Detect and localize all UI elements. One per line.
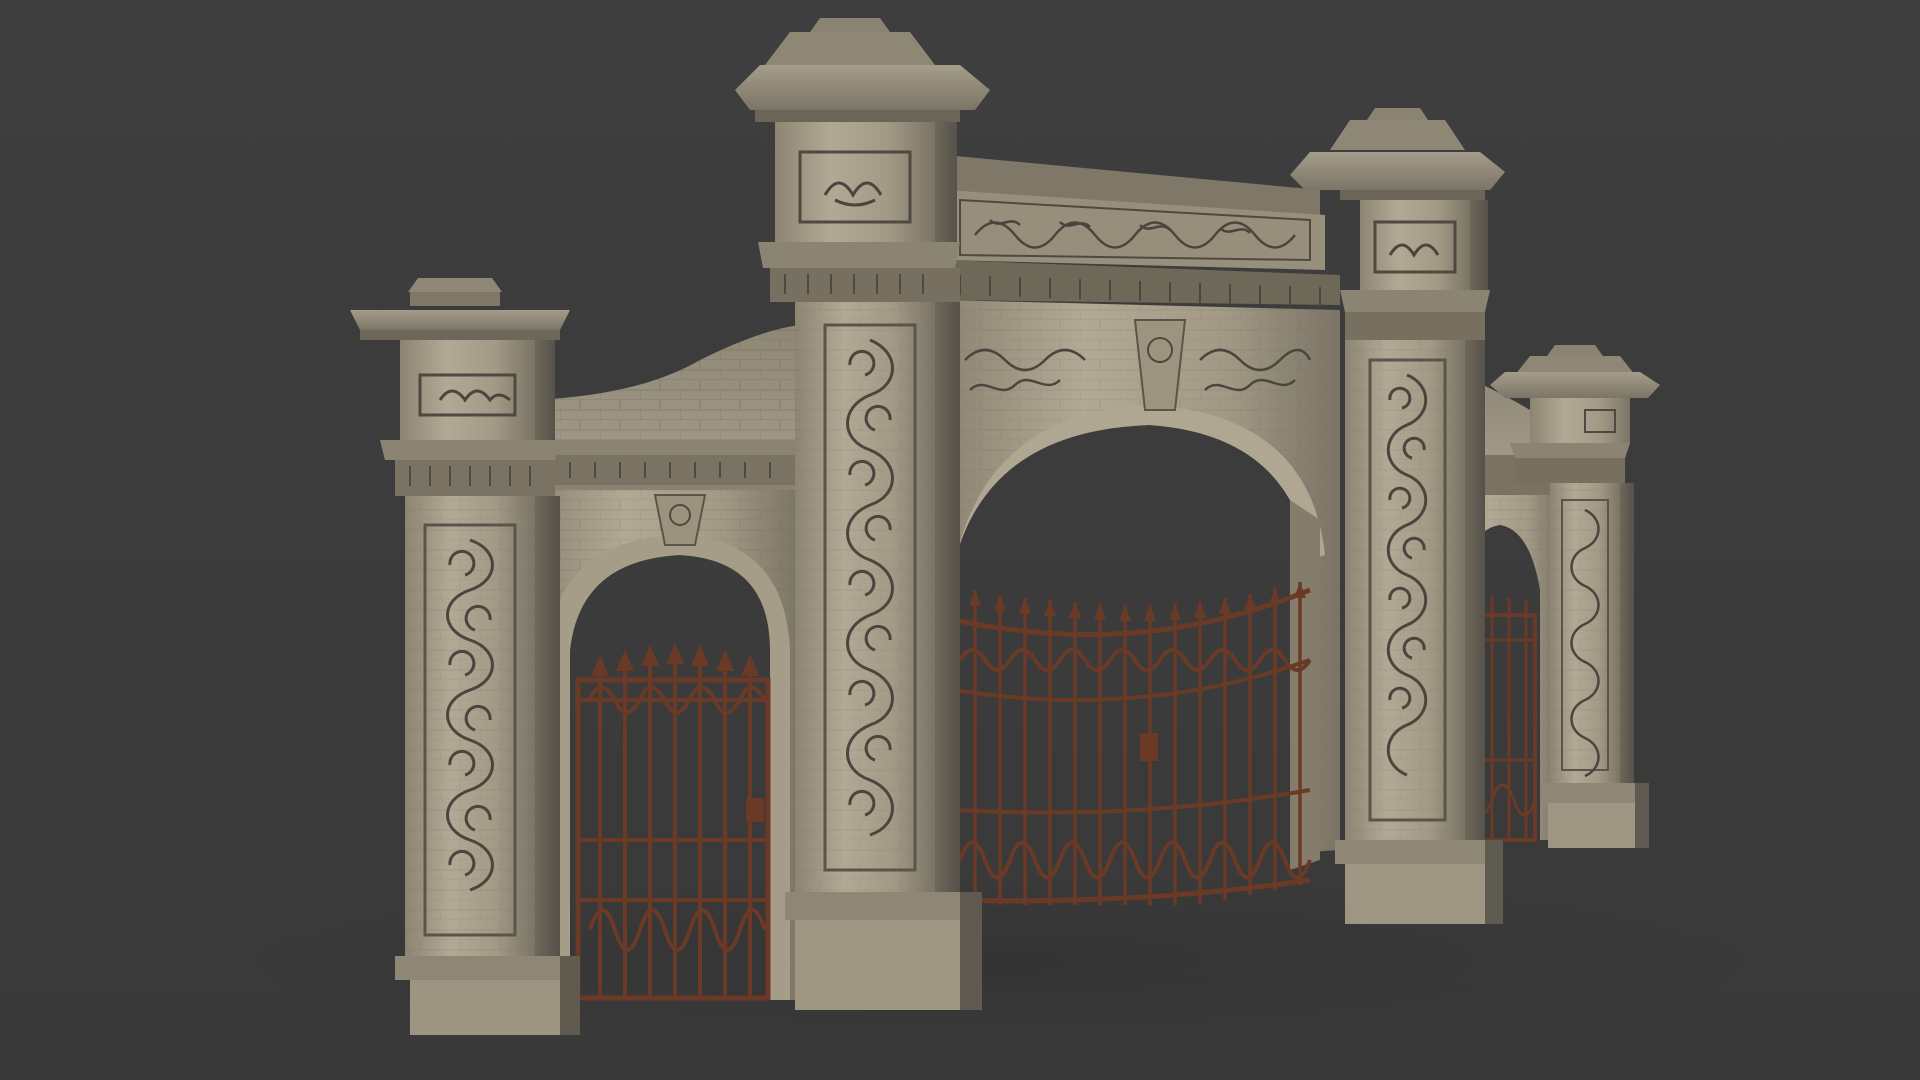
render-viewport: [0, 0, 1920, 1080]
gate-render: [0, 0, 1920, 1080]
